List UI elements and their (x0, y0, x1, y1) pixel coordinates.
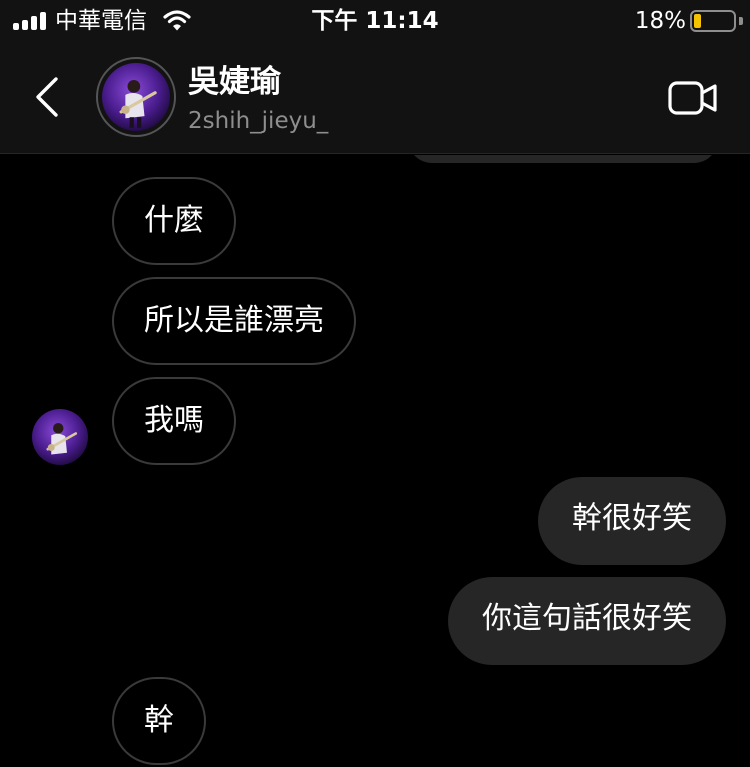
battery-level-fill (694, 14, 701, 28)
back-button[interactable] (28, 74, 68, 120)
video-call-button[interactable] (668, 78, 718, 118)
message-bubble-outgoing[interactable]: 幹很好笑 (538, 477, 726, 565)
sender-avatar[interactable] (32, 409, 88, 465)
contact-username[interactable]: 2shih_jieyu_ (188, 106, 328, 136)
battery-percentage: 18% (634, 8, 686, 34)
contact-name[interactable]: 吳婕瑜 (188, 62, 281, 102)
status-bar: 中華電信 下午 11:14 18% (0, 0, 750, 42)
message-bubble-incoming[interactable]: 我嗎 (112, 377, 236, 465)
avatar-photo (32, 409, 88, 465)
avatar-photo (102, 63, 170, 131)
battery-icon (690, 10, 736, 32)
message-bubble-partial (408, 155, 718, 163)
message-bubble-incoming[interactable]: 幹 (112, 677, 206, 765)
message-bubble-incoming[interactable]: 什麼 (112, 177, 236, 265)
contact-avatar[interactable] (96, 57, 176, 137)
battery-cap (739, 17, 743, 25)
chat-screen: 中華電信 下午 11:14 18% 吳婕瑜 2shih_jieyu_ 什麼 所以… (0, 0, 750, 767)
message-bubble-outgoing[interactable]: 你這句話很好笑 (448, 577, 726, 665)
message-list[interactable]: 什麼 所以是誰漂亮 我嗎 幹很好笑 你這句話很好笑 幹 (0, 155, 750, 767)
message-bubble-incoming[interactable]: 所以是誰漂亮 (112, 277, 356, 365)
chat-header: 吳婕瑜 2shih_jieyu_ (0, 42, 750, 154)
